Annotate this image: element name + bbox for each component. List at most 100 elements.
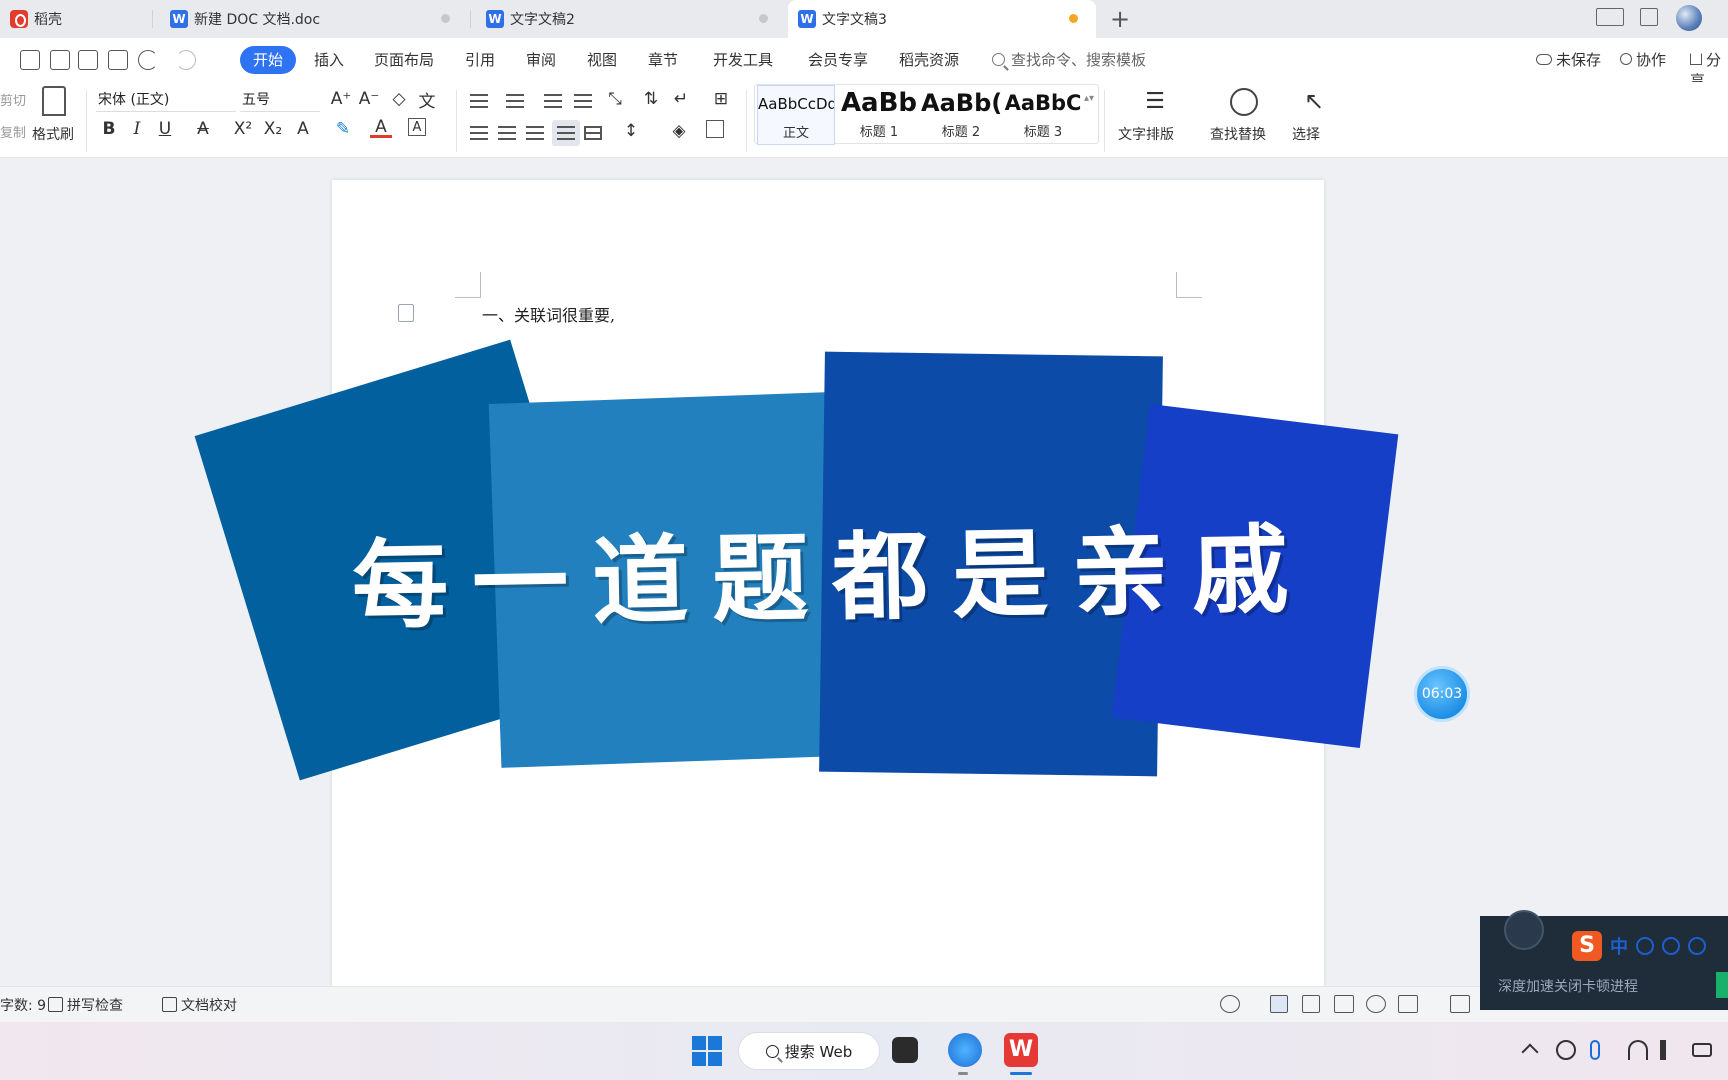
copy-button[interactable]: 复制: [0, 122, 26, 141]
text-layout-button[interactable]: 文字排版: [1118, 124, 1174, 144]
gallery-scroll-icon[interactable]: ▴▾: [1084, 93, 1094, 104]
menu-insert[interactable]: 插入: [314, 49, 344, 70]
increase-indent-icon[interactable]: [574, 94, 592, 108]
underline-icon[interactable]: U: [154, 118, 176, 140]
superscript-icon[interactable]: X²: [232, 118, 254, 140]
redo-icon[interactable]: [176, 50, 196, 70]
reading-mode-icon[interactable]: [1596, 8, 1624, 26]
font-size-select[interactable]: 五号: [240, 88, 320, 112]
fullscreen-icon[interactable]: [1450, 995, 1470, 1013]
menu-developer[interactable]: 开发工具: [713, 49, 773, 70]
numbered-list-icon[interactable]: [506, 94, 524, 108]
grow-font-icon[interactable]: A⁺: [330, 88, 352, 110]
paragraph-handle-icon[interactable]: [398, 304, 414, 322]
write-mode-icon[interactable]: [1398, 995, 1418, 1013]
highlight-icon[interactable]: ✎: [332, 118, 354, 140]
wifi-icon[interactable]: [1628, 1040, 1648, 1060]
menu-page-layout[interactable]: 页面布局: [374, 49, 434, 70]
undo-icon[interactable]: [138, 50, 158, 70]
text-layout-icon[interactable]: ☰: [1140, 86, 1170, 116]
chinese-layout-icon[interactable]: ⤡: [604, 88, 626, 110]
tray-chevron-icon[interactable]: [1521, 1043, 1539, 1061]
collaborate-button[interactable]: 协作: [1620, 49, 1666, 70]
print-preview-icon[interactable]: [108, 50, 128, 70]
menu-review[interactable]: 审阅: [526, 49, 556, 70]
bullet-list-icon[interactable]: [470, 94, 488, 108]
windows-start-icon[interactable]: [692, 1036, 722, 1066]
align-center-icon[interactable]: [498, 126, 516, 140]
shading-icon[interactable]: ◈: [668, 120, 690, 142]
browser-icon[interactable]: [948, 1033, 982, 1067]
ime-punct-icon[interactable]: [1636, 937, 1654, 955]
format-painter-button[interactable]: 格式刷: [32, 124, 74, 144]
web-view-icon[interactable]: [1366, 995, 1386, 1013]
reading-view-icon[interactable]: [1334, 995, 1354, 1013]
proofread-button[interactable]: 文档校对: [162, 995, 237, 1015]
italic-icon[interactable]: I: [126, 118, 148, 140]
tab-draft3[interactable]: W 文字文稿3: [788, 0, 1096, 38]
spell-check-button[interactable]: 拼写检查: [48, 995, 123, 1015]
ime-mic-icon[interactable]: [1688, 937, 1706, 955]
align-right-icon[interactable]: [526, 126, 544, 140]
ime-mode[interactable]: 中: [1610, 933, 1628, 959]
eye-protect-icon[interactable]: [1220, 995, 1240, 1013]
battery-icon[interactable]: [1692, 1043, 1712, 1057]
shrink-font-icon[interactable]: A⁻: [358, 88, 380, 110]
tab-draft2[interactable]: W 文字文稿2: [476, 0, 786, 38]
ime-toolbar[interactable]: S 中: [1572, 931, 1706, 961]
char-border-icon[interactable]: A: [408, 118, 426, 136]
volume-icon[interactable]: [1660, 1040, 1680, 1060]
line-spacing-icon[interactable]: ↕: [620, 120, 642, 142]
align-left-icon[interactable]: [470, 126, 488, 140]
menu-chapter[interactable]: 章节: [648, 49, 678, 70]
page-view-icon[interactable]: [1270, 995, 1288, 1013]
find-replace-button[interactable]: 查找替换: [1210, 124, 1266, 144]
show-marks-icon[interactable]: ↵: [670, 88, 692, 110]
menu-references[interactable]: 引用: [465, 49, 495, 70]
borders-icon[interactable]: [706, 120, 724, 138]
tab-close-icon[interactable]: [759, 14, 768, 23]
strikethrough-icon[interactable]: A: [192, 118, 214, 140]
command-search[interactable]: 查找命令、搜索模板: [992, 49, 1146, 70]
save-icon[interactable]: [20, 50, 40, 70]
cut-button[interactable]: 剪切: [0, 90, 26, 109]
outline-view-icon[interactable]: [1302, 995, 1320, 1013]
sort-icon[interactable]: ⇅: [640, 88, 662, 110]
accelerator-popup[interactable]: S 中 深度加速关闭卡顿进程: [1480, 910, 1728, 1010]
menu-start-tab[interactable]: 开始: [240, 46, 296, 74]
style-heading-1[interactable]: AaBb 标题 1: [839, 85, 919, 145]
select-cursor-icon[interactable]: ↖: [1300, 86, 1328, 116]
sync-icon[interactable]: [1556, 1040, 1576, 1060]
floating-timer[interactable]: 06:03: [1414, 666, 1470, 722]
menu-docer-resources[interactable]: 稻壳资源: [899, 49, 959, 70]
grid-apps-icon[interactable]: [1640, 8, 1658, 26]
find-replace-icon[interactable]: [1230, 88, 1258, 116]
style-heading-3[interactable]: AaBbC 标题 3: [1003, 85, 1083, 145]
decrease-indent-icon[interactable]: [544, 94, 562, 108]
file-explorer-icon[interactable]: [892, 1037, 918, 1063]
bold-icon[interactable]: B: [98, 118, 120, 140]
justify-icon[interactable]: [557, 126, 575, 140]
format-painter-icon[interactable]: [42, 86, 66, 116]
print-icon[interactable]: [78, 50, 98, 70]
font-name-select[interactable]: 宋体 (正文): [96, 88, 236, 112]
distributed-icon[interactable]: [584, 126, 602, 140]
document-line-1[interactable]: 一、关联词很重要,: [482, 302, 615, 326]
tab-new-doc[interactable]: W 新建 DOC 文档.doc: [160, 0, 468, 38]
style-normal[interactable]: AaBbCcDd 正文: [757, 85, 835, 145]
menu-view[interactable]: 视图: [587, 49, 617, 70]
new-tab-plus-icon[interactable]: +: [1110, 5, 1130, 33]
font-color-icon[interactable]: A: [370, 117, 392, 138]
taskbar-search[interactable]: 搜索 Web: [738, 1032, 880, 1070]
text-effect-icon[interactable]: A: [292, 118, 314, 140]
word-count[interactable]: 字数: 9: [0, 995, 46, 1015]
export-icon[interactable]: [50, 50, 70, 70]
tab-ruler-icon[interactable]: ⊞: [710, 88, 732, 110]
user-avatar[interactable]: [1676, 5, 1702, 31]
style-heading-2[interactable]: AaBb( 标题 2: [921, 85, 1001, 145]
tab-modified-dot-icon[interactable]: [1069, 14, 1078, 23]
clear-format-icon[interactable]: ◇: [388, 88, 410, 110]
subscript-icon[interactable]: X₂: [262, 118, 284, 140]
tab-close-icon[interactable]: [441, 14, 450, 23]
phonetic-guide-icon[interactable]: 文: [416, 88, 438, 112]
